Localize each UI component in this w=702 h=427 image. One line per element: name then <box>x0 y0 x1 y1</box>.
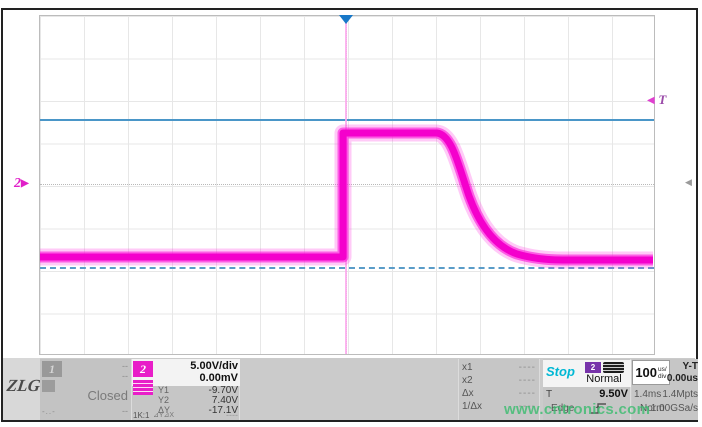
channel1-status: Closed <box>87 388 128 403</box>
right-edge-indicator-icon: ◀ <box>685 177 692 187</box>
run-state-indicator[interactable]: Stop <box>546 364 575 379</box>
channel2-bottom-dash: ---- <box>226 410 238 420</box>
trigger-pattern-icon <box>603 362 624 373</box>
cursor-y2-label: Y2 <box>158 395 170 405</box>
graticule-center-horizontal-line <box>40 184 654 185</box>
horizontal-delay: 0.00us <box>666 373 698 384</box>
cursor-x2-value: ---- <box>518 375 536 386</box>
cursor-x2-label: x2 <box>462 375 473 386</box>
trigger-level-label: T <box>546 389 553 400</box>
channel1-value-row2: -- <box>122 371 128 381</box>
display-mode: Y-T <box>682 361 698 372</box>
cursor-dx-value: ---- <box>518 388 536 399</box>
cursor-1dx-label: 1/Δx <box>462 401 483 412</box>
memory-depth: 1.4Mpts <box>662 389 698 400</box>
channel2-measure-icons: ⊿Y⊿X <box>153 412 175 419</box>
trigger-mode[interactable]: Normal <box>581 373 627 385</box>
cursor-dx-label: Δx <box>462 388 474 399</box>
watermark: www.cntronics.com <box>504 401 651 418</box>
trigger-position-marker-icon[interactable] <box>339 15 353 24</box>
trigger-position-line[interactable] <box>345 16 347 354</box>
channel2-position-marker[interactable]: 2▶ <box>14 176 29 192</box>
channel1-value-row1: -- <box>122 361 128 371</box>
left-arrow-icon: ◀ <box>647 95 655 106</box>
channel2-coupling-icon <box>133 380 153 395</box>
cursor-y2-line[interactable] <box>40 119 654 121</box>
cursor-x1-value: ---- <box>518 362 536 373</box>
channel2-offset: 0.00mV <box>199 372 238 384</box>
trigger-level-value: 9.50V <box>599 388 628 400</box>
channel2-probe-ratio: 1K:1 <box>133 411 150 420</box>
trigger-level-marker[interactable]: ◀ T <box>647 92 666 108</box>
cursor-y1-line[interactable] <box>40 267 654 269</box>
cursor-x1-label: x1 <box>462 362 473 373</box>
sample-rate: 1.00GSa/s <box>650 403 698 414</box>
cursor-y1-label: Y1 <box>158 385 170 395</box>
channel1-badge[interactable]: 1 <box>42 361 62 377</box>
trigger-source-badge[interactable]: 2 <box>585 362 601 373</box>
right-arrow-icon: ▶ <box>21 178 29 189</box>
waveform-display-area[interactable] <box>39 15 655 355</box>
channel2-volts-per-div: 5.00V/div <box>190 360 238 372</box>
channel1-bottom-right: -- <box>122 406 128 416</box>
channel1-bottom-left: -..- <box>42 407 56 416</box>
